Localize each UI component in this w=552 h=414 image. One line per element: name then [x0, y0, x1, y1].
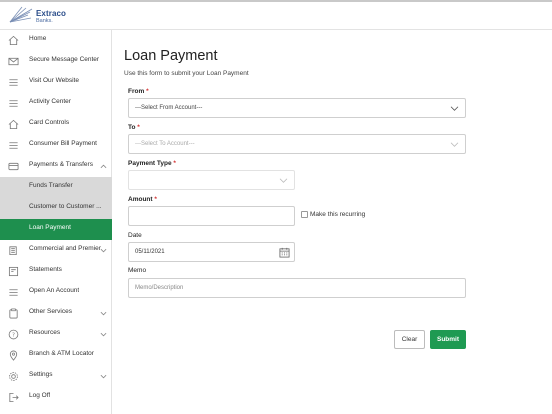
- chevron-down-icon: [279, 178, 288, 183]
- sidebar-item-visit-our-website[interactable]: Visit Our Website: [0, 72, 112, 93]
- to-label-text: To: [128, 124, 136, 131]
- from-label: From *: [128, 88, 149, 95]
- chevron-down-icon: [100, 332, 107, 337]
- chevron-down-icon: [450, 142, 459, 147]
- home-icon: [8, 35, 19, 46]
- sidebar-item-resources[interactable]: ? Resources: [0, 324, 112, 345]
- sidebar-item-label: Resources: [29, 329, 61, 336]
- card-icon: [8, 162, 19, 171]
- sidebar-item-label: Commercial and Premier: [29, 245, 101, 252]
- sidebar-item-activity-center[interactable]: Activity Center: [0, 93, 112, 114]
- clipboard-icon: [9, 308, 18, 319]
- sidebar-item-consumer-bill-payment[interactable]: Consumer Bill Payment: [0, 135, 112, 156]
- payment-type-select[interactable]: [128, 170, 295, 190]
- menu-icon: [9, 142, 18, 149]
- main-content: Loan Payment Use this form to submit you…: [113, 30, 552, 414]
- memo-label: Memo: [128, 267, 147, 274]
- date-input[interactable]: 05/11/2021: [128, 242, 295, 262]
- to-account-select[interactable]: ---Select To Account---: [128, 134, 466, 154]
- sidebar-item-label: Statements: [29, 266, 62, 273]
- payment-type-label: Payment Type *: [128, 160, 176, 167]
- sidebar-item-label: Log Off: [29, 392, 51, 399]
- clear-button[interactable]: Clear: [394, 330, 425, 349]
- sidebar-item-settings[interactable]: Settings: [0, 366, 112, 387]
- gear-icon: [9, 372, 18, 381]
- sidebar-item-label: Other Services: [29, 308, 72, 315]
- sidebar-item-label: Home: [29, 35, 47, 42]
- sidebar-subitem-customer-to-customer[interactable]: Customer to Customer ...: [0, 198, 112, 219]
- sidebar-item-home[interactable]: Home: [0, 30, 112, 51]
- menu-icon: [9, 100, 18, 107]
- required-mark: *: [173, 160, 176, 167]
- page-title: Loan Payment: [124, 48, 218, 64]
- sidebar-item-commercial-and-premier[interactable]: Commercial and Premier: [0, 240, 112, 261]
- brand-logo[interactable]: Extraco Banks.: [8, 6, 78, 28]
- amount-label: Amount *: [128, 196, 157, 203]
- sidebar-item-payments-transfers[interactable]: Payments & Transfers: [0, 156, 112, 177]
- from-account-select[interactable]: ---Select From Account---: [128, 98, 466, 118]
- bank-icon: [9, 246, 17, 256]
- sidebar-item-label: Secure Message Center: [29, 56, 100, 63]
- app-header: Extraco Banks.: [0, 2, 552, 30]
- brand-name: Extraco: [36, 9, 67, 18]
- sidebar-item-card-controls[interactable]: Card Controls: [0, 114, 112, 135]
- sidebar-item-label: Open An Account: [29, 287, 80, 294]
- sidebar-item-open-an-account[interactable]: Open An Account: [0, 282, 112, 303]
- required-mark: *: [146, 88, 149, 95]
- from-account-value: ---Select From Account---: [135, 105, 203, 111]
- recurring-checkbox[interactable]: [301, 211, 308, 218]
- calendar-icon[interactable]: [279, 247, 290, 258]
- payment-type-label-text: Payment Type: [128, 160, 172, 167]
- mail-icon: [8, 57, 19, 66]
- chevron-down-icon: [100, 311, 107, 316]
- to-label: To *: [128, 124, 140, 131]
- location-pin-icon: [9, 350, 18, 361]
- sidebar-item-other-services[interactable]: Other Services: [0, 303, 112, 324]
- chevron-down-icon: [100, 248, 107, 253]
- memo-placeholder: Memo/Description: [135, 285, 184, 291]
- sidebar-item-label: Customer to Customer ...: [29, 203, 102, 210]
- sidebar-subitem-loan-payment[interactable]: Loan Payment: [0, 219, 112, 240]
- statement-icon: [8, 266, 19, 277]
- page-description: Use this form to submit your Loan Paymen…: [124, 70, 249, 77]
- sidebar: Home Secure Message Center Visit Our Web…: [0, 30, 112, 414]
- date-label: Date: [128, 232, 142, 239]
- sidebar-item-label: Loan Payment: [29, 224, 71, 231]
- date-value: 05/11/2021: [135, 249, 165, 255]
- amount-label-text: Amount: [128, 196, 153, 203]
- question-icon: ?: [8, 329, 19, 340]
- to-account-value: ---Select To Account---: [135, 141, 195, 147]
- logout-icon: [9, 392, 19, 403]
- recurring-label[interactable]: Make this recurring: [310, 211, 365, 218]
- sidebar-item-label: Payments & Transfers: [29, 161, 93, 168]
- chevron-down-icon: [450, 106, 459, 111]
- menu-icon: [9, 79, 18, 86]
- sidebar-item-label: Visit Our Website: [29, 77, 79, 84]
- star-burst-icon: [9, 6, 33, 23]
- sidebar-item-label: Branch & ATM Locator: [29, 350, 94, 357]
- sidebar-item-label: Funds Transfer: [29, 182, 73, 189]
- sidebar-item-log-off[interactable]: Log Off: [0, 387, 112, 408]
- sidebar-item-label: Card Controls: [29, 119, 70, 126]
- memo-input[interactable]: Memo/Description: [128, 278, 466, 298]
- submit-button[interactable]: Submit: [430, 330, 466, 349]
- sidebar-item-label: Consumer Bill Payment: [29, 140, 97, 147]
- amount-input[interactable]: [128, 206, 295, 226]
- home-icon: [8, 119, 19, 130]
- sidebar-item-statements[interactable]: Statements: [0, 261, 112, 282]
- sidebar-item-secure-message-center[interactable]: Secure Message Center: [0, 51, 112, 72]
- required-mark: *: [154, 196, 157, 203]
- svg-text:?: ?: [12, 333, 15, 339]
- required-mark: *: [137, 124, 140, 131]
- sidebar-item-branch-atm-locator[interactable]: Branch & ATM Locator: [0, 345, 112, 366]
- chevron-down-icon: [100, 374, 107, 379]
- menu-icon: [9, 289, 18, 296]
- sidebar-item-label: Activity Center: [29, 98, 71, 105]
- chevron-up-icon: [100, 164, 107, 169]
- sidebar-subitem-funds-transfer[interactable]: Funds Transfer: [0, 177, 112, 198]
- sidebar-item-label: Settings: [29, 371, 53, 378]
- brand-subtitle: Banks.: [36, 18, 53, 24]
- from-label-text: From: [128, 88, 145, 95]
